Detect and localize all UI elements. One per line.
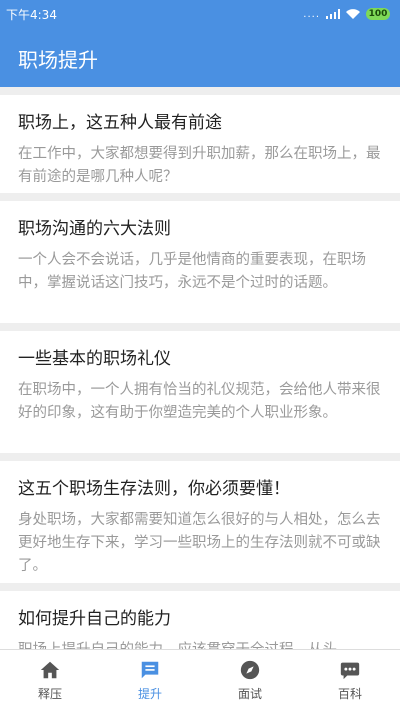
nav-label: 面试 xyxy=(237,687,262,701)
chat-icon xyxy=(141,661,159,679)
signal-icon xyxy=(326,9,340,19)
compass-icon xyxy=(240,660,260,680)
article-title: 职场沟通的六大法则 xyxy=(18,219,171,239)
article-card[interactable]: 职场沟通的六大法则 一个人会不会说话，几乎是他情商的重要表现，在职场中，掌握说话… xyxy=(0,201,400,323)
article-title: 这五个职场生存法则，你必须要懂！ xyxy=(18,479,290,499)
article-desc: 在职场中，一个人拥有恰当的礼仪规范，会给他人带来很好的印象，这有助于你塑造完美的… xyxy=(18,382,381,421)
status-bar: 下午4:34 .... 100 xyxy=(0,0,400,28)
battery-icon: 100 xyxy=(366,8,390,20)
nav-label: 释压 xyxy=(37,687,62,701)
page-title: 职场提升 xyxy=(18,48,98,72)
app-bar: 下午4:34 .... 100 职场提升 xyxy=(0,0,400,87)
nav-item-interview[interactable]: 面试 xyxy=(200,650,300,711)
more-chat-icon xyxy=(340,662,360,680)
article-desc: 在工作中，大家都想要得到升职加薪，那么在职场上，最有前途的是哪几种人呢？ xyxy=(18,146,381,185)
nav-label: 百科 xyxy=(337,687,362,701)
article-card[interactable]: 这五个职场生存法则，你必须要懂！ 身处职场，大家都需要知道怎么很好的与人相处，怎… xyxy=(0,461,400,583)
article-list[interactable]: 职场上，这五种人最有前途 在工作中，大家都想要得到升职加薪，那么在职场上，最有前… xyxy=(0,87,400,649)
wifi-icon xyxy=(346,9,360,19)
article-title: 如何提升自己的能力 xyxy=(18,609,171,629)
signal-dots: .... xyxy=(303,8,320,20)
nav-item-relax[interactable]: 释压 xyxy=(0,650,100,711)
status-time: 下午4:34 xyxy=(6,7,57,22)
article-title: 职场上，这五种人最有前途 xyxy=(18,113,222,133)
article-card[interactable]: 职场上，这五种人最有前途 在工作中，大家都想要得到升职加薪，那么在职场上，最有前… xyxy=(0,95,400,193)
article-desc: 身处职场，大家都需要知道怎么很好的与人相处，怎么去更好地生存下来，学习一些职场上… xyxy=(18,512,381,574)
article-desc: 一个人会不会说话，几乎是他情商的重要表现，在职场中，掌握说话这门技巧，永远不是个… xyxy=(18,252,366,291)
article-card[interactable]: 如何提升自己的能力 职场上提升自己的能力，应该贯穿于全过程，从头 xyxy=(0,591,400,649)
article-title: 一些基本的职场礼仪 xyxy=(18,349,171,369)
nav-item-improve[interactable]: 提升 xyxy=(100,650,200,711)
article-desc: 职场上提升自己的能力，应该贯穿于全过程，从头 xyxy=(18,639,382,649)
status-icons: .... 100 xyxy=(303,8,390,20)
nav-label: 提升 xyxy=(137,687,162,701)
bottom-nav: 释压 提升 面试 百科 xyxy=(0,649,400,711)
home-icon xyxy=(40,661,60,679)
nav-item-wiki[interactable]: 百科 xyxy=(300,650,400,711)
article-card[interactable]: 一些基本的职场礼仪 在职场中，一个人拥有恰当的礼仪规范，会给他人带来很好的印象，… xyxy=(0,331,400,453)
